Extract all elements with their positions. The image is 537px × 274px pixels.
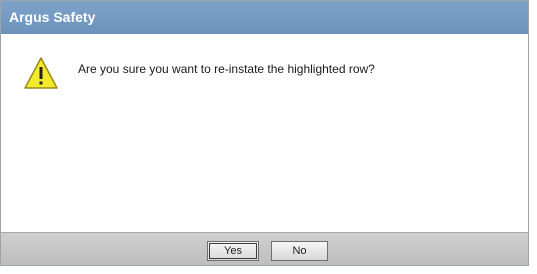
- warning-icon: [23, 56, 59, 90]
- dialog-title: Argus Safety: [9, 9, 96, 25]
- confirm-dialog: Argus Safety Are you sure you want to re…: [0, 0, 529, 266]
- dialog-titlebar[interactable]: Argus Safety: [1, 1, 528, 34]
- dialog-body: Are you sure you want to re-instate the …: [1, 34, 528, 230]
- confirmation-message: Are you sure you want to re-instate the …: [78, 62, 375, 76]
- dialog-footer: Yes No: [1, 232, 528, 265]
- yes-button[interactable]: Yes: [207, 241, 259, 261]
- no-button[interactable]: No: [271, 241, 328, 261]
